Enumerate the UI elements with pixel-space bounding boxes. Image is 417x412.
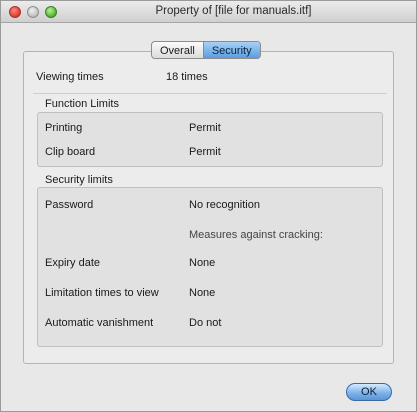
zoom-icon[interactable] [45, 6, 57, 18]
minimize-icon[interactable] [27, 6, 39, 18]
view-limit-label: Limitation times to view [45, 287, 159, 299]
auto-vanish-label: Automatic vanishment [45, 317, 154, 329]
clipboard-label: Clip board [45, 146, 96, 158]
view-limit-value: None [189, 287, 216, 299]
window-title: Property of [file for manuals.itf] [155, 5, 312, 17]
function-limits-group [37, 112, 383, 167]
ok-button[interactable]: OK [346, 383, 392, 401]
tab-security[interactable]: Security [202, 42, 260, 58]
security-limits-title: Security limits [45, 174, 113, 186]
password-value: No recognition [189, 199, 260, 211]
cracking-measures-note: Measures against cracking: [189, 229, 323, 241]
expiry-date-label: Expiry date [45, 257, 101, 269]
title-bar: Property of [file for manuals.itf] [1, 1, 416, 23]
viewing-times-value: 18 times [166, 71, 208, 83]
viewing-times-label: Viewing times [36, 71, 104, 83]
function-limits-title: Function Limits [45, 98, 119, 110]
printing-value: Permit [189, 122, 221, 134]
divider [33, 93, 387, 94]
close-icon[interactable] [9, 6, 21, 18]
expiry-date-value: None [189, 257, 216, 269]
properties-window: Property of [file for manuals.itf] Overa… [0, 0, 417, 412]
password-label: Password [45, 199, 94, 211]
auto-vanish-value: Do not [189, 317, 222, 329]
clipboard-value: Permit [189, 146, 221, 158]
tab-overall[interactable]: Overall [152, 42, 203, 58]
printing-label: Printing [45, 122, 83, 134]
tab-bar: Overall Security [151, 41, 261, 59]
